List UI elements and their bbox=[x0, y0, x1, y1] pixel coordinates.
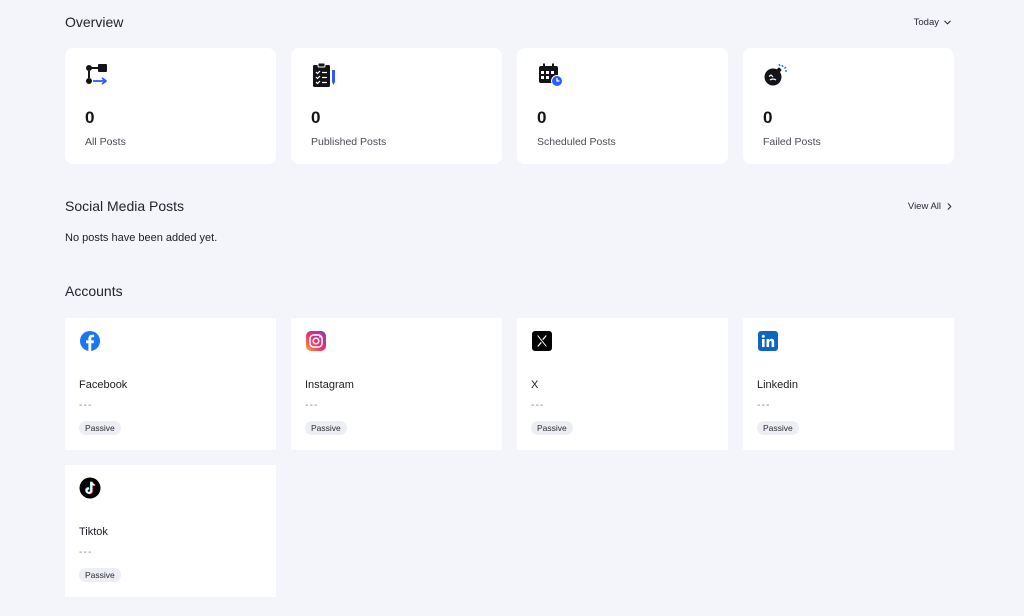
account-card-tiktok[interactable]: Tiktok --- Passive bbox=[65, 465, 276, 597]
x-icon bbox=[532, 331, 552, 351]
stats-row: 0 All Posts 0 Published Posts 0 Schedule… bbox=[65, 48, 954, 164]
accounts-title: Accounts bbox=[65, 283, 123, 299]
stat-card-scheduled-posts[interactable]: 0 Scheduled Posts bbox=[517, 48, 728, 164]
posts-header: Social Media Posts View All bbox=[65, 197, 954, 215]
overview-title: Overview bbox=[65, 14, 124, 30]
accounts-grid: Facebook --- Passive Instagram --- Passi… bbox=[65, 318, 954, 597]
status-badge: Passive bbox=[79, 568, 121, 582]
dashboard-page: Overview Today 0 All Posts 0 Published P… bbox=[65, 0, 954, 616]
account-detail: --- bbox=[305, 399, 319, 411]
account-name: X bbox=[531, 379, 539, 391]
stat-card-failed-posts[interactable]: 0 Failed Posts bbox=[743, 48, 954, 164]
stat-label: Scheduled Posts bbox=[537, 136, 616, 148]
posts-title: Social Media Posts bbox=[65, 198, 185, 214]
checklist-icon bbox=[313, 62, 335, 87]
calendar-clock-icon bbox=[539, 63, 563, 87]
account-card-linkedin[interactable]: Linkedin --- Passive bbox=[743, 318, 954, 450]
status-badge: Passive bbox=[79, 421, 121, 435]
stat-label: Failed Posts bbox=[763, 136, 821, 148]
chevron-right-icon bbox=[947, 202, 952, 210]
facebook-icon bbox=[80, 331, 100, 351]
status-badge: Passive bbox=[531, 421, 573, 435]
bomb-icon bbox=[764, 63, 787, 86]
stat-card-all-posts[interactable]: 0 All Posts bbox=[65, 48, 276, 164]
instagram-icon bbox=[306, 331, 326, 351]
stat-value: 0 bbox=[85, 108, 95, 127]
stat-label: Published Posts bbox=[311, 136, 387, 148]
view-all-link[interactable]: View All bbox=[908, 201, 954, 212]
flow-icon bbox=[86, 64, 107, 85]
period-dropdown[interactable]: Today bbox=[914, 17, 952, 28]
stat-card-published-posts[interactable]: 0 Published Posts bbox=[291, 48, 502, 164]
view-all-label: View All bbox=[907, 200, 941, 212]
linkedin-icon bbox=[758, 331, 778, 351]
account-name: Tiktok bbox=[79, 526, 108, 538]
stat-value: 0 bbox=[537, 108, 547, 127]
account-detail: --- bbox=[79, 546, 93, 558]
stat-value: 0 bbox=[763, 108, 773, 127]
chevron-down-icon bbox=[944, 20, 951, 24]
account-card-x[interactable]: X --- Passive bbox=[517, 318, 728, 450]
account-detail: --- bbox=[531, 399, 545, 411]
account-name: Linkedin bbox=[757, 379, 798, 391]
account-name: Facebook bbox=[79, 379, 128, 391]
account-card-facebook[interactable]: Facebook --- Passive bbox=[65, 318, 276, 450]
posts-empty-message: No posts have been added yet. bbox=[65, 232, 218, 244]
account-detail: --- bbox=[757, 399, 771, 411]
stat-label: All Posts bbox=[85, 136, 126, 148]
stat-value: 0 bbox=[311, 108, 321, 127]
period-dropdown-label: Today bbox=[913, 16, 939, 28]
account-detail: --- bbox=[79, 399, 93, 411]
account-card-instagram[interactable]: Instagram --- Passive bbox=[291, 318, 502, 450]
status-badge: Passive bbox=[757, 421, 799, 435]
account-name: Instagram bbox=[305, 379, 354, 391]
status-badge: Passive bbox=[305, 421, 347, 435]
tiktok-icon bbox=[79, 477, 101, 499]
overview-header: Overview Today bbox=[65, 13, 954, 31]
